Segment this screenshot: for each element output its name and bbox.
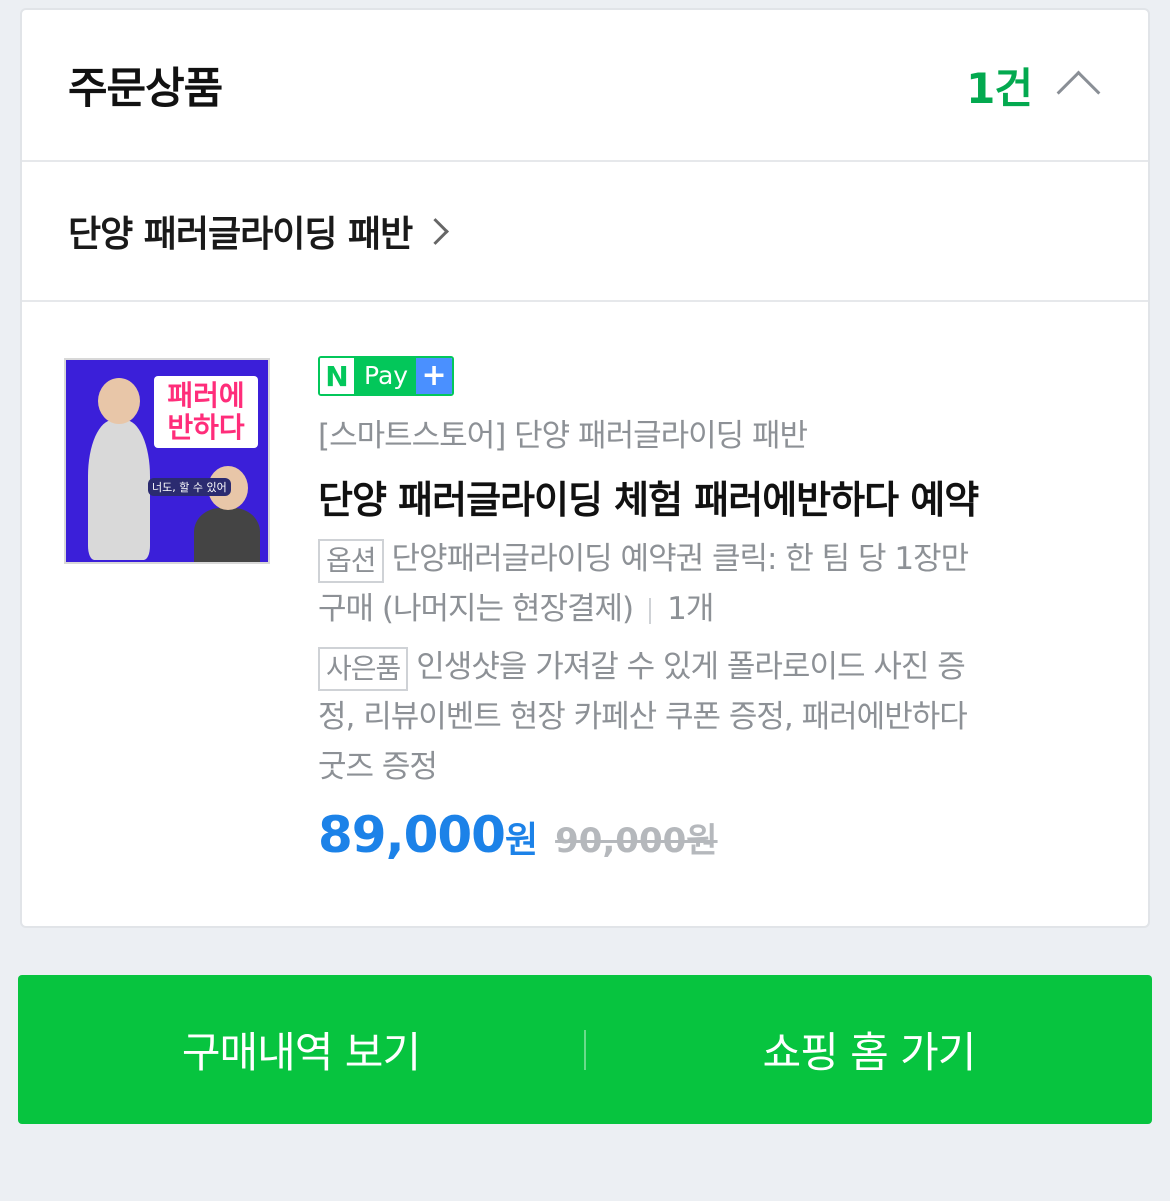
thumbnail-person <box>194 508 260 562</box>
option-tag: 옵션 <box>318 538 384 583</box>
header-right: 1건 <box>966 55 1102 116</box>
gift-tag: 사은품 <box>318 646 409 691</box>
npay-plus-badge: N Pay + <box>318 356 455 396</box>
option-text: 구매 (나머지는 현장결제) <box>318 591 634 627</box>
store-link[interactable]: 단양 패러글라이딩 패반 <box>22 162 1148 302</box>
chevron-up-icon[interactable] <box>1054 61 1102 109</box>
npay-label: Pay <box>356 358 417 394</box>
option-quantity: 1개 <box>667 591 714 627</box>
divider <box>649 597 652 624</box>
gift-block: 사은품 인생샷을 가져갈 수 있게 폴라로이드 사진 증 정, 리뷰이벤트 현장 … <box>318 642 1118 792</box>
plus-icon: + <box>416 358 453 394</box>
price-row: 89,000원 90,000원 <box>318 806 1118 864</box>
item-count: 1건 <box>966 63 1033 113</box>
chevron-right-icon <box>424 211 450 251</box>
product-info: N Pay + [스마트스토어] 단양 패러글라이딩 패반 단양 패러글라이딩 … <box>318 356 1118 864</box>
action-bar: 구매내역 보기 쇼핑 홈 가기 <box>18 975 1152 1124</box>
sale-price-value: 89,000 <box>318 806 506 864</box>
thumbnail-person <box>88 420 150 560</box>
order-items-card: 주문상품 1건 단양 패러글라이딩 패반 패러에 반하다 너도, 할 수 있어 … <box>20 8 1150 928</box>
original-price: 90,000원 <box>555 821 718 861</box>
shopping-home-button[interactable]: 쇼핑 홈 가기 <box>586 975 1152 1124</box>
order-items-header[interactable]: 주문상품 1건 <box>22 10 1148 162</box>
thumbnail-person-head <box>98 378 140 424</box>
view-purchase-history-button[interactable]: 구매내역 보기 <box>18 975 584 1124</box>
seller-line: [스마트스토어] 단양 패러글라이딩 패반 <box>318 418 808 454</box>
sale-price-unit: 원 <box>504 820 538 861</box>
npay-n-logo-icon: N <box>320 358 356 394</box>
order-item: 패러에 반하다 너도, 할 수 있어 N Pay + [스마트스토어] 단양 패… <box>22 302 1148 924</box>
thumbnail-title: 패러에 반하다 <box>154 376 258 448</box>
section-title: 주문상품 <box>68 64 223 114</box>
gift-text: 정, 리뷰이벤트 현장 카페산 쿠폰 증정, 패러에반하다 <box>318 699 968 735</box>
sale-price: 89,000원 <box>318 806 538 864</box>
product-thumbnail[interactable]: 패러에 반하다 너도, 할 수 있어 <box>64 358 270 564</box>
gift-text: 인생샷을 가져갈 수 있게 폴라로이드 사진 증 <box>416 649 965 685</box>
option-text: 단양패러글라이딩 예약권 클릭: 한 팀 당 1장만 <box>391 541 970 577</box>
store-name: 단양 패러글라이딩 패반 <box>68 214 413 255</box>
product-name[interactable]: 단양 패러글라이딩 체험 패러에반하다 예약 <box>318 469 1118 524</box>
option-block: 옵션 단양패러글라이딩 예약권 클릭: 한 팀 당 1장만 구매 (나머지는 현장… <box>318 534 1118 634</box>
thumbnail-caption: 너도, 할 수 있어 <box>148 478 231 496</box>
gift-text: 굿즈 증정 <box>318 749 438 785</box>
